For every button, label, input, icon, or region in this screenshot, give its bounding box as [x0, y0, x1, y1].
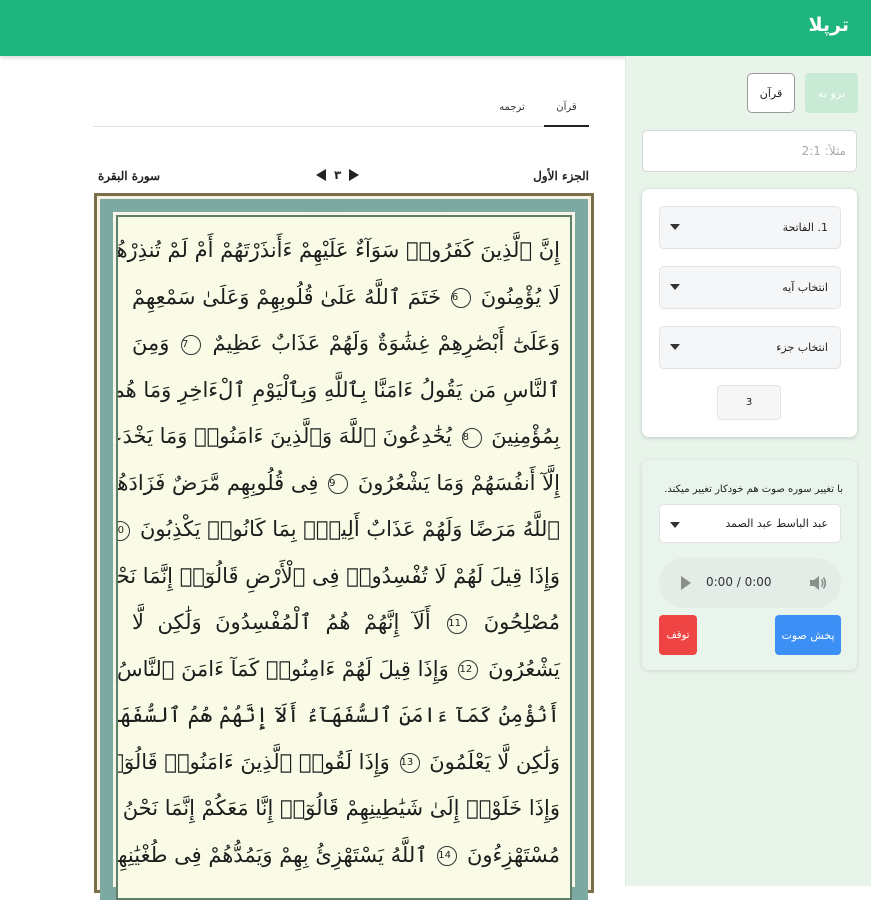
ayah-number-marker[interactable]: 6 — [450, 288, 471, 308]
mushaf-line: مُسْتَهْزِءُونَ 14 ٱللَّهُ يَسْتَهْزِئُ … — [118, 832, 560, 879]
verse-text: خَتَمَ ٱللَّهُ عَلَىٰ قُلُوبِهِمْ وَعَلَ… — [132, 284, 442, 309]
verse-text: يُخَٰدِعُونَ ٱللَّهَ وَٱلَّذِينَ ءَامَنُ… — [116, 424, 452, 448]
mushaf-line: ٱلنَّاسِ مَن يَقُولُ ءَامَنَّا بِٱللَّهِ… — [118, 367, 560, 414]
mushaf-line: وَإِذَا خَلَوْا۟ إِلَىٰ شَيَٰطِينِهِمْ ق… — [123, 785, 560, 832]
page-pager: ٣ — [316, 168, 360, 182]
ayah-select[interactable]: انتخاب آیه — [659, 266, 841, 309]
chevron-down-icon — [670, 344, 680, 350]
juz-label: الجزء الأول — [533, 169, 589, 183]
sidebar: قرآن برو به 1. الفاتحة انتخاب آیه انتخاب… — [625, 56, 871, 886]
mushaf-page: إِنَّ ٱلَّذِينَ كَفَرُوا۟ سَوَآءٌ عَلَيْ… — [94, 193, 594, 900]
chevron-down-icon — [670, 284, 680, 290]
verse-search-input[interactable] — [642, 130, 857, 172]
verse-text: يَشْعُرُونَ — [488, 656, 560, 681]
mushaf-line: بِمُؤْمِنِينَ 8 يُخَٰدِعُونَ ٱللَّهَ وَٱ… — [118, 413, 560, 460]
audio-player: 0:00 / 0:00 — [659, 558, 841, 608]
mushaf-line: وَعَلَىٰٓ أَبْصَٰرِهِمْ غِشَٰوَةٌ وَلَهُ… — [132, 320, 560, 367]
verse-text: أَنُؤْمِنُ كَمَآ ءَامَنَ ٱلسُّفَهَآءُ — [306, 703, 560, 727]
mushaf-text-area: إِنَّ ٱلَّذِينَ كَفَرُوا۟ سَوَآءٌ عَلَيْ… — [116, 215, 572, 900]
navigation-card: 1. الفاتحة انتخاب آیه انتخاب جزء 3 — [642, 189, 857, 437]
ayah-select-value: انتخاب آیه — [782, 281, 828, 294]
play-icon[interactable] — [681, 576, 691, 590]
juz-select[interactable]: انتخاب جزء — [659, 326, 841, 369]
verse-text: وَإِذَا قِيلَ لَهُمْ ءَامِنُوا۟ كَمَآ ءَ… — [117, 656, 449, 681]
reciter-select-value: عبد الباسط عبد الصمد — [725, 517, 828, 530]
juz-select-value: انتخاب جزء — [776, 341, 828, 354]
audio-hint-text: با تغییر سوره صوت هم خودکار تغییر میکند. — [664, 484, 843, 495]
audio-card: با تغییر سوره صوت هم خودکار تغییر میکند.… — [642, 460, 857, 670]
chevron-down-icon — [670, 224, 680, 230]
go-button[interactable]: برو به — [805, 73, 858, 113]
ayah-number-marker[interactable]: 7 — [180, 334, 201, 355]
verse-text: فِى قُلُوبِهِم مَّرَضٌ فَزَادَهُمُ — [116, 470, 319, 495]
next-page-icon[interactable] — [349, 169, 360, 181]
verse-text: أَلَآ إِنَّهُمْ هُمُ ٱلسُّفَهَآءُ — [118, 703, 300, 727]
verse-text: إِلَّآ أَنفُسَهُمْ وَمَا يَشْعُرُونَ — [357, 470, 560, 495]
ayah-number-marker[interactable]: 11 — [447, 613, 468, 634]
stop-button[interactable]: توقف — [659, 615, 697, 655]
brand-logo[interactable]: ترپلا — [808, 14, 849, 36]
play-audio-button[interactable]: پخش صوت — [775, 615, 841, 655]
volume-icon[interactable] — [809, 575, 827, 591]
page-number: ٣ — [334, 168, 342, 182]
verse-text: وَمِنَ — [132, 331, 170, 355]
mushaf-line: إِلَّآ أَنفُسَهُمْ وَمَا يَشْعُرُونَ 9 ف… — [118, 460, 560, 507]
ayah-number-marker[interactable]: 8 — [461, 427, 482, 448]
surah-select-value: 1. الفاتحة — [782, 221, 828, 234]
chevron-down-icon — [670, 522, 680, 528]
page-info-bar: الجزء الأول ٣ سورة البقرة — [93, 166, 589, 188]
view-tabs: ترجمه قرآن — [93, 90, 589, 127]
verse-text: ٱللَّهُ مَرَضًا وَلَهُمْ عَذَابٌ أَلِيمٌ… — [140, 517, 560, 541]
top-bar: ترپلا — [0, 0, 871, 56]
mushaf-line: أَنُؤْمِنُ كَمَآ ءَامَنَ ٱلسُّفَهَآءُ أَ… — [118, 692, 560, 739]
ayah-number-marker[interactable]: 13 — [399, 753, 420, 773]
ayah-number-marker[interactable]: 9 — [328, 474, 349, 494]
verse-text: مُصْلِحُونَ — [483, 610, 560, 634]
mushaf-line: يَشْعُرُونَ 12 وَإِذَا قِيلَ لَهُمْ ءَام… — [118, 646, 560, 693]
mushaf-line: لَا يُؤْمِنُونَ 6 خَتَمَ ٱللَّهُ عَلَىٰ … — [132, 274, 560, 321]
verse-text: وَعَلَىٰٓ أَبْصَٰرِهِمْ غِشَٰوَةٌ وَلَهُ… — [212, 331, 560, 355]
quran-button[interactable]: قرآن — [747, 73, 795, 113]
verse-text: ٱللَّهُ يَسْتَهْزِئُ بِهِمْ وَيَمُدُّهُم… — [116, 842, 428, 867]
surah-select[interactable]: 1. الفاتحة — [659, 206, 841, 249]
verse-text: وَإِذَا قِيلَ لَهُمْ لَا تُفْسِدُوا۟ فِى… — [116, 563, 560, 588]
mushaf-line: وَإِذَا قِيلَ لَهُمْ لَا تُفْسِدُوا۟ فِى… — [118, 553, 560, 600]
verse-text: أَلَآ إِنَّهُمْ هُمُ ٱلْمُفْسِدُونَ وَلَ… — [132, 610, 431, 634]
juz-number-field[interactable]: 3 — [717, 385, 781, 420]
verse-text: ٱلنَّاسِ مَن يَقُولُ ءَامَنَّا بِٱللَّهِ… — [116, 377, 560, 402]
verse-text: وَلَٰكِن لَّا يَعْلَمُونَ — [429, 749, 560, 774]
verse-text: وَإِذَا لَقُوا۟ ٱلَّذِينَ ءَامَنُوا۟ قَا… — [118, 749, 390, 774]
verse-text: إِنَّ ٱلَّذِينَ كَفَرُوا۟ سَوَآءٌ عَلَيْ… — [116, 238, 560, 262]
mushaf-line: وَلَٰكِن لَّا يَعْلَمُونَ 13 وَإِذَا لَق… — [118, 739, 560, 786]
verse-text: وَإِذَا خَلَوْا۟ إِلَىٰ شَيَٰطِينِهِمْ ق… — [122, 796, 560, 820]
tab-quran[interactable]: قرآن — [544, 90, 589, 127]
previous-page-icon[interactable] — [316, 169, 326, 181]
mushaf-line: ٱللَّهُ مَرَضًا وَلَهُمْ عَذَابٌ أَلِيمٌ… — [118, 506, 560, 553]
mushaf-line: مُصْلِحُونَ 11 أَلَآ إِنَّهُمْ هُمُ ٱلْم… — [132, 599, 560, 646]
ayah-number-marker[interactable]: 12 — [458, 660, 479, 680]
mushaf-lines: إِنَّ ٱلَّذِينَ كَفَرُوا۟ سَوَآءٌ عَلَيْ… — [118, 227, 560, 879]
audio-time: 0:00 / 0:00 — [706, 575, 772, 589]
ayah-number-marker[interactable]: 14 — [437, 846, 458, 866]
surah-label: سورة البقرة — [98, 169, 161, 183]
ayah-number-marker[interactable]: 10 — [118, 520, 131, 541]
verse-text: بِمُؤْمِنِينَ — [491, 424, 560, 448]
reciter-select[interactable]: عبد الباسط عبد الصمد — [659, 504, 841, 543]
tab-translation[interactable]: ترجمه — [489, 90, 535, 125]
mushaf-line: إِنَّ ٱلَّذِينَ كَفَرُوا۟ سَوَآءٌ عَلَيْ… — [118, 227, 560, 274]
verse-text: لَا يُؤْمِنُونَ — [480, 284, 561, 309]
verse-text: مُسْتَهْزِءُونَ — [466, 842, 560, 867]
